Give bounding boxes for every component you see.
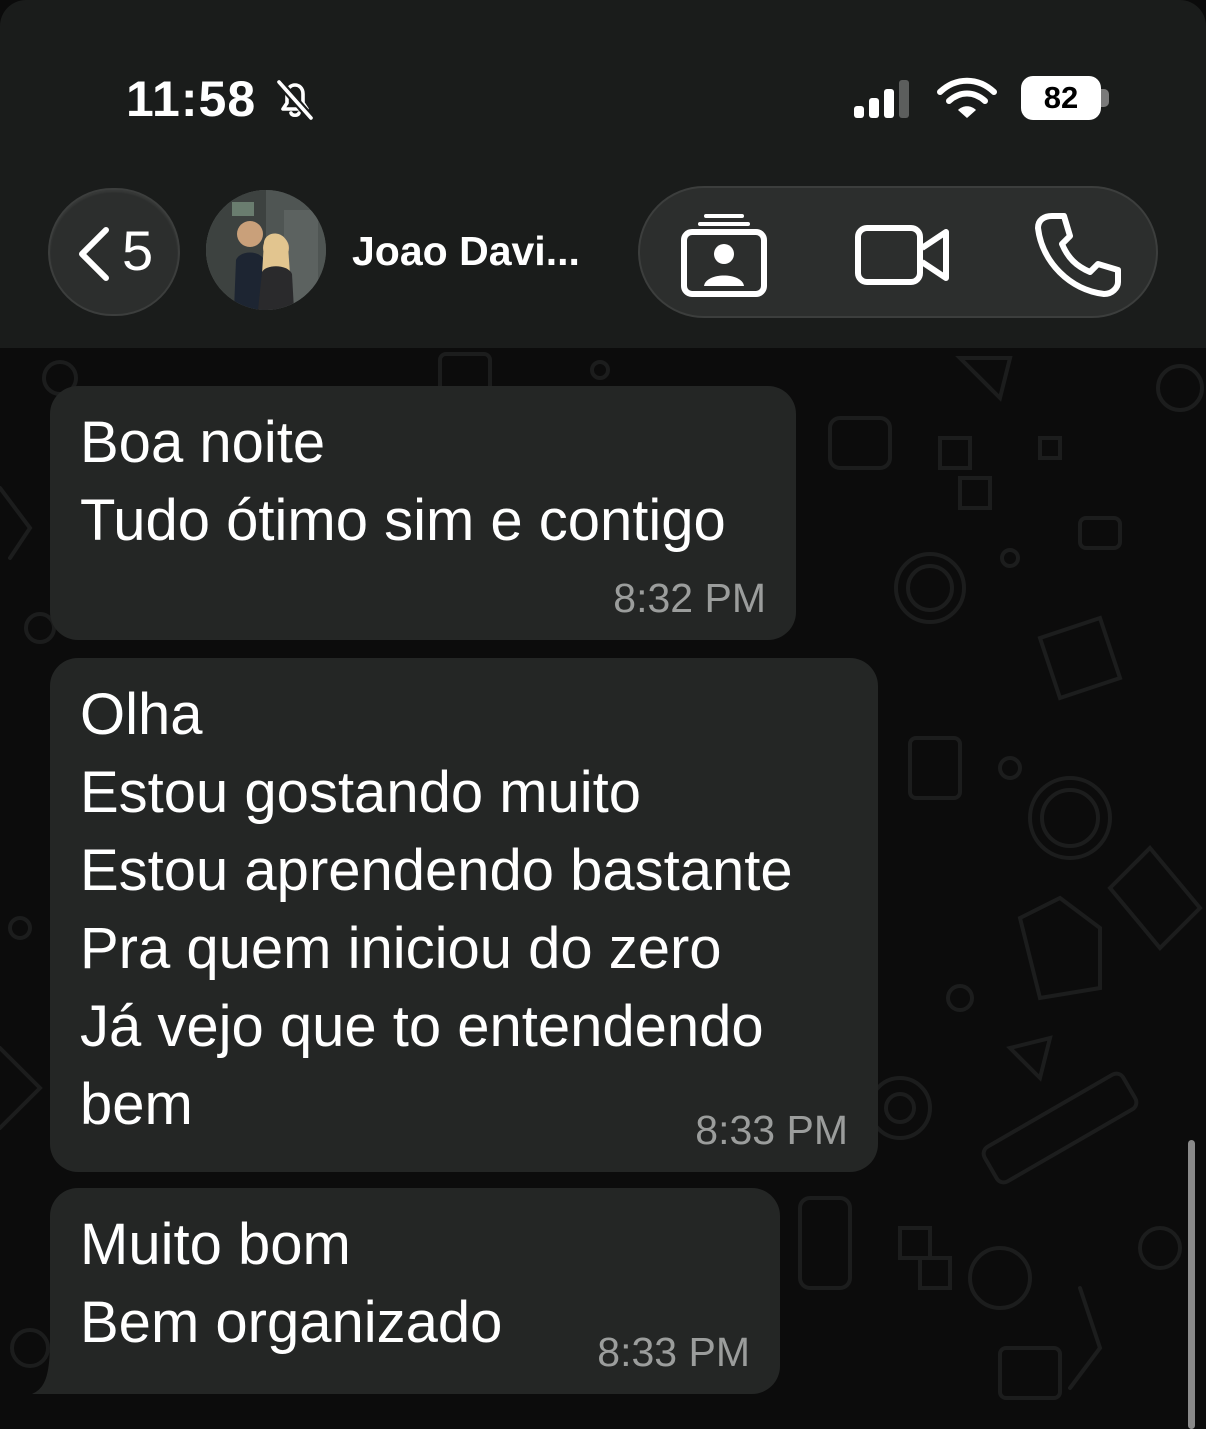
- avatar-photo: [206, 190, 326, 310]
- message-timestamp: 8:33 PM: [597, 1329, 750, 1375]
- phone-icon: [1035, 213, 1121, 297]
- avatar[interactable]: [206, 190, 326, 310]
- message-timestamp: 8:32 PM: [613, 575, 766, 621]
- message-timestamp: 8:33 PM: [695, 1107, 848, 1153]
- chat-header: 11:58 82 5 Joao Davi...: [0, 0, 1206, 348]
- contacts-button[interactable]: [676, 206, 772, 302]
- signal-bars-icon: [854, 80, 909, 118]
- message-text: Já vejo que to entendendo: [80, 994, 764, 1059]
- message-text: Boa noite: [80, 410, 326, 475]
- call-actions-group: [638, 186, 1158, 318]
- battery-cap: [1101, 89, 1109, 107]
- chat-screen: 11:58 82 5 Joao Davi... Boa noite Tudo ó…: [0, 0, 1206, 1429]
- back-button[interactable]: 5: [48, 188, 180, 316]
- message-bubble[interactable]: Olha Estou gostando muito Estou aprenden…: [50, 658, 878, 1172]
- unread-count: 5: [122, 219, 154, 282]
- message-text: Pra quem iniciou do zero: [80, 916, 722, 981]
- bell-slash-icon: [276, 79, 314, 121]
- message-bubble[interactable]: Boa noite Tudo ótimo sim e contigo 8:32 …: [50, 386, 796, 640]
- message-text: Olha: [80, 682, 203, 747]
- wifi-icon: [937, 77, 997, 118]
- chevron-left-icon: [79, 227, 109, 281]
- message-text: Estou aprendendo bastante: [80, 838, 793, 903]
- message-text: Tudo ótimo sim e contigo: [80, 488, 726, 553]
- contacts-stack-icon: [681, 214, 767, 297]
- battery-icon: 82: [1021, 76, 1101, 120]
- voice-call-button[interactable]: [1030, 206, 1126, 302]
- message-text: Estou gostando muito: [80, 760, 642, 825]
- message-text: Muito bom: [80, 1212, 351, 1277]
- contact-name[interactable]: Joao Davi...: [352, 228, 580, 275]
- status-time: 11:58: [126, 71, 257, 127]
- scroll-indicator[interactable]: [1188, 1140, 1195, 1429]
- chat-area[interactable]: Boa noite Tudo ótimo sim e contigo 8:32 …: [0, 348, 1206, 1429]
- video-call-button[interactable]: [854, 206, 950, 302]
- message-bubble[interactable]: Muito bom Bem organizado 8:33 PM: [50, 1188, 780, 1394]
- bubble-tail: [32, 1338, 72, 1394]
- video-camera-icon: [855, 225, 949, 285]
